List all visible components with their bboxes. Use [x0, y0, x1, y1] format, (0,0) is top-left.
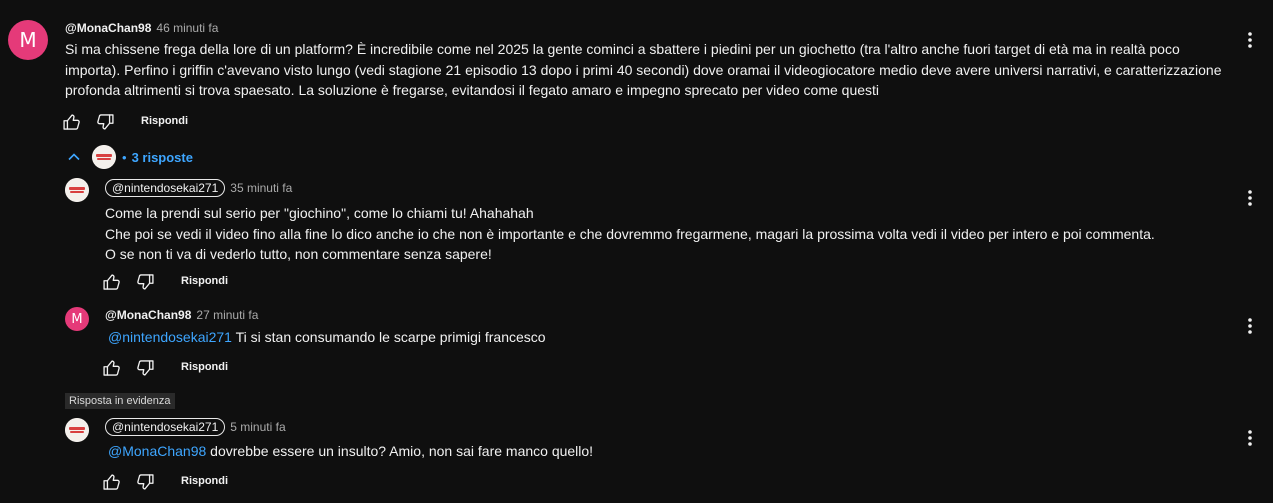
highlighted-reply-badge: Risposta in evidenza [65, 393, 175, 409]
more-vert-icon [1248, 430, 1252, 446]
reply-line: Che poi se vedi il video fino alla fine … [105, 225, 1155, 242]
avatar-letter: M [19, 28, 37, 52]
comment-line: importa). Perfino i griffin c'avevano vi… [65, 61, 1222, 78]
comment-text: Si ma chissene frega della lore di un pl… [65, 39, 1221, 101]
comment-header: @MonaChan98 46 minuti fa [65, 21, 218, 35]
thumb-down-icon [137, 474, 154, 490]
avatar[interactable] [65, 418, 89, 442]
like-button[interactable] [101, 271, 123, 293]
reply-header: @nintendosekai271 35 minuti fa [105, 179, 292, 197]
comment-line: Si ma chissene frega della lore di un pl… [65, 41, 1180, 57]
reply-timestamp[interactable]: 5 minuti fa [230, 420, 285, 434]
dislike-button[interactable] [94, 111, 116, 133]
thumb-up-icon [103, 274, 120, 290]
avatar[interactable]: M [8, 20, 48, 60]
replies-toggle[interactable]: • 3 risposte [66, 144, 193, 170]
thumb-down-icon [97, 114, 114, 130]
reply-button[interactable]: Rispondi [181, 475, 228, 487]
reply-menu-button[interactable] [1242, 426, 1258, 450]
like-button[interactable] [101, 357, 123, 379]
comment-menu-button[interactable] [1242, 28, 1258, 52]
reply-line: dovrebbe essere un insulto? Amio, non sa… [206, 443, 594, 459]
reply-text: @MonaChan98 dovrebbe essere un insulto? … [108, 441, 593, 462]
comment-timestamp[interactable]: 46 minuti fa [156, 21, 218, 35]
dislike-button[interactable] [134, 271, 156, 293]
thumb-down-icon [137, 274, 154, 290]
reply-header: @MonaChan98 27 minuti fa [105, 308, 258, 322]
mention-link[interactable]: @MonaChan98 [108, 443, 206, 459]
chevron-up-icon [68, 153, 80, 161]
reply-button[interactable]: Rispondi [181, 361, 228, 373]
reply-header: @nintendosekai271 5 minuti fa [105, 418, 286, 436]
dislike-button[interactable] [134, 357, 156, 379]
reply-author[interactable]: @nintendosekai271 [105, 418, 226, 436]
thumb-up-icon [63, 114, 80, 130]
nintendosekai-logo-icon [92, 145, 116, 169]
reply-author[interactable]: @MonaChan98 [105, 308, 191, 322]
nintendosekai-logo-icon [65, 418, 89, 442]
reply-text: Come la prendi sul serio per "giochino",… [105, 203, 1155, 265]
comment-line: profonda altrimenti si trova spaesato. L… [65, 82, 880, 98]
replier-avatar [92, 145, 116, 169]
like-button[interactable] [101, 471, 123, 493]
reply-timestamp[interactable]: 27 minuti fa [196, 308, 258, 322]
mention-link[interactable]: @nintendosekai271 [108, 329, 232, 345]
reply-line: Ti si stan consumando le scarpe primigi … [231, 329, 546, 345]
reply-button[interactable]: Rispondi [181, 275, 228, 287]
avatar[interactable]: M [65, 307, 89, 331]
thumb-up-icon [103, 360, 120, 376]
reply-button[interactable]: Rispondi [141, 115, 188, 127]
more-vert-icon [1248, 190, 1252, 206]
dislike-button[interactable] [134, 471, 156, 493]
reply-author[interactable]: @nintendosekai271 [105, 179, 226, 197]
reply-menu-button[interactable] [1242, 314, 1258, 338]
thumb-up-icon [103, 474, 120, 490]
reply-line: O se non ti va di vederlo tutto, non com… [105, 246, 492, 262]
avatar[interactable] [65, 178, 89, 202]
reply-text: @nintendosekai271 Ti si stan consumando … [108, 327, 546, 348]
replies-bullet: • [122, 149, 127, 165]
avatar-letter: M [71, 311, 83, 327]
more-vert-icon [1248, 318, 1252, 334]
replies-count: 3 risposte [131, 149, 193, 165]
thumb-down-icon [137, 360, 154, 376]
nintendosekai-logo-icon [65, 178, 89, 202]
more-vert-icon [1248, 32, 1252, 48]
comment-author[interactable]: @MonaChan98 [65, 21, 151, 35]
reply-timestamp[interactable]: 35 minuti fa [230, 181, 292, 195]
like-button[interactable] [61, 111, 83, 133]
reply-menu-button[interactable] [1242, 186, 1258, 210]
reply-line: Come la prendi sul serio per "giochino",… [105, 205, 534, 221]
